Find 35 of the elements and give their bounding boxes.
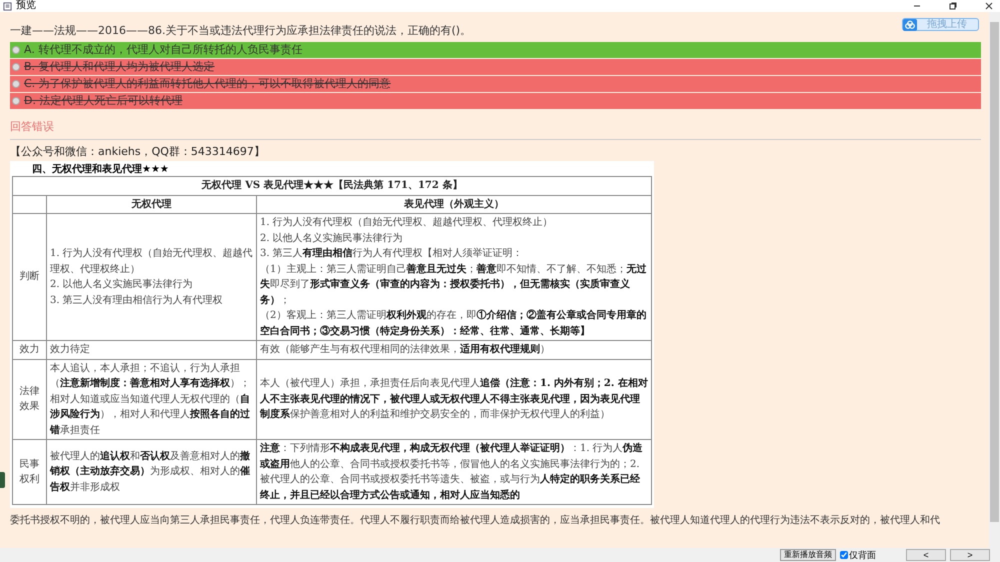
answer-option[interactable]: A. 转代理不成立的，代理人对自己所转托的人负民事责任 — [10, 42, 981, 58]
checkbox-label: 仅背面 — [849, 550, 876, 562]
document-heading: 四、无权代理和表见代理★★★ — [31, 163, 170, 176]
restore-icon[interactable] — [948, 1, 958, 11]
table-cell: 1. 行为人没有代理权（自始无代理权、超越代理权、代理权终止） 2. 以他人名义实施民事法律行为 3. 第三人有理由相信行为人有代理权【相对人须举证证明： （1）主观上：第三人需证明自己善意且无过失；善意即不知情、不了解、不知悉；无过失即尽到了形式审查义务（审查的内容为：授权委托书），但无需核实（实质审查义务）； （2）客观上：第三人需证明权利外观的存在，即①介绍信；②盖有公章或合同专用章的空白合同书；③交易习惯（特定身份关系）：经常、往常、通常、长期等】 — [256, 214, 652, 340]
answer-option[interactable]: C. 为了保护被代理人的利益而转托他人代理的，可以不取得被代理人的同意 — [10, 76, 981, 92]
cloud-icon — [903, 18, 917, 30]
result-text: 回答错误 — [10, 119, 55, 134]
table-cell: 1. 行为人没有代理权（自始无代理权、超越代理权、代理权终止） 2. 以他人名义实施民事法律行为 3. 第三人没有理由相信行为人有代理权 — [46, 214, 256, 340]
close-icon[interactable] — [984, 1, 994, 11]
next-button[interactable]: > — [950, 549, 990, 561]
column-header: 无权代理 — [46, 195, 256, 214]
table-cell: 被代理人的追认权和否认权及善意相对人的撤销权（主动放弃交易）为形成权、相对人的催告权并非形成权 — [46, 440, 256, 504]
table-cell: 注意：下列情形不构成表见代理，构成无权代理（被代理人举证证明）：1. 行为人伪造或盗用他人的公章、合同书或授权委托书等，假冒他人的名义实施民事法律行为的；2. 被代理人的公章、合同书或授权委托书等遗失、被盗，或与行为人特定的职务关系已经终止，并且已经以合理方式公告或通知，相对人应当知悉的 — [256, 440, 652, 504]
side-handle[interactable] — [0, 472, 5, 488]
table-cell: 本人（被代理人）承担，承担责任后向表见代理人追偿（注意：1. 内外有别；2. 在相对人不主张表见代理的情况下，被代理人或无权代理人不得主张表见代理，因为表见代理制度系保护善意相对人的利益和维护交易安全的，而非保护无权代理人的利益） — [256, 359, 652, 440]
row-header: 效力 — [12, 340, 46, 359]
table-cell: 本人追认，本人承担；不追认，行为人承担（注意新增制度：善意相对人享有选择权）；相对人知道或应当知道代理人无权代理的（自涉风险行为），相对人和代理人按照各自的过错承担责任 — [46, 359, 256, 440]
scrollbar[interactable] — [989, 12, 1000, 548]
row-header: 判断 — [12, 214, 46, 340]
row-header: 法律效果 — [12, 359, 46, 440]
previous-button[interactable]: < — [906, 549, 946, 561]
source-text: 【公众号和微信：ankiehs，QQ群：543314697】 — [10, 144, 266, 159]
window-title: 预览 — [16, 0, 36, 12]
table-cell: 效力待定 — [46, 340, 256, 359]
row-header: 民事权利 — [12, 440, 46, 504]
checkbox[interactable] — [840, 551, 848, 559]
table-caption: 无权代理 VS 表见代理★★★【民法典第 171、172 条】 — [12, 176, 652, 195]
question-text: 一建——法规——2016——86.关于不当或违法代理行为应承担法律责任的说法，正确的有()。 — [10, 23, 472, 38]
explanation-text: 委托书授权不明的，被代理人应当向第三人承担民事责任，代理人负连带责任。代理人不履行职责而给被代理人造成损害的，应当承担民事责任。被代理人知道代理人的代理行为违法不表示反对的，被代理人和代 — [10, 514, 941, 527]
column-header: 表见代理（外观主义） — [256, 195, 652, 214]
answer-option[interactable]: D. 法定代理人死亡后可以转代理 — [10, 93, 981, 109]
replay-button[interactable]: 重新播放音频 — [780, 549, 836, 561]
table-cell: 有效（能够产生与有权代理相同的法律效果，适用有权代理规则） — [256, 340, 652, 359]
answer-option[interactable]: B. 复代理人和代理人均为被代理人选定 — [10, 59, 981, 75]
